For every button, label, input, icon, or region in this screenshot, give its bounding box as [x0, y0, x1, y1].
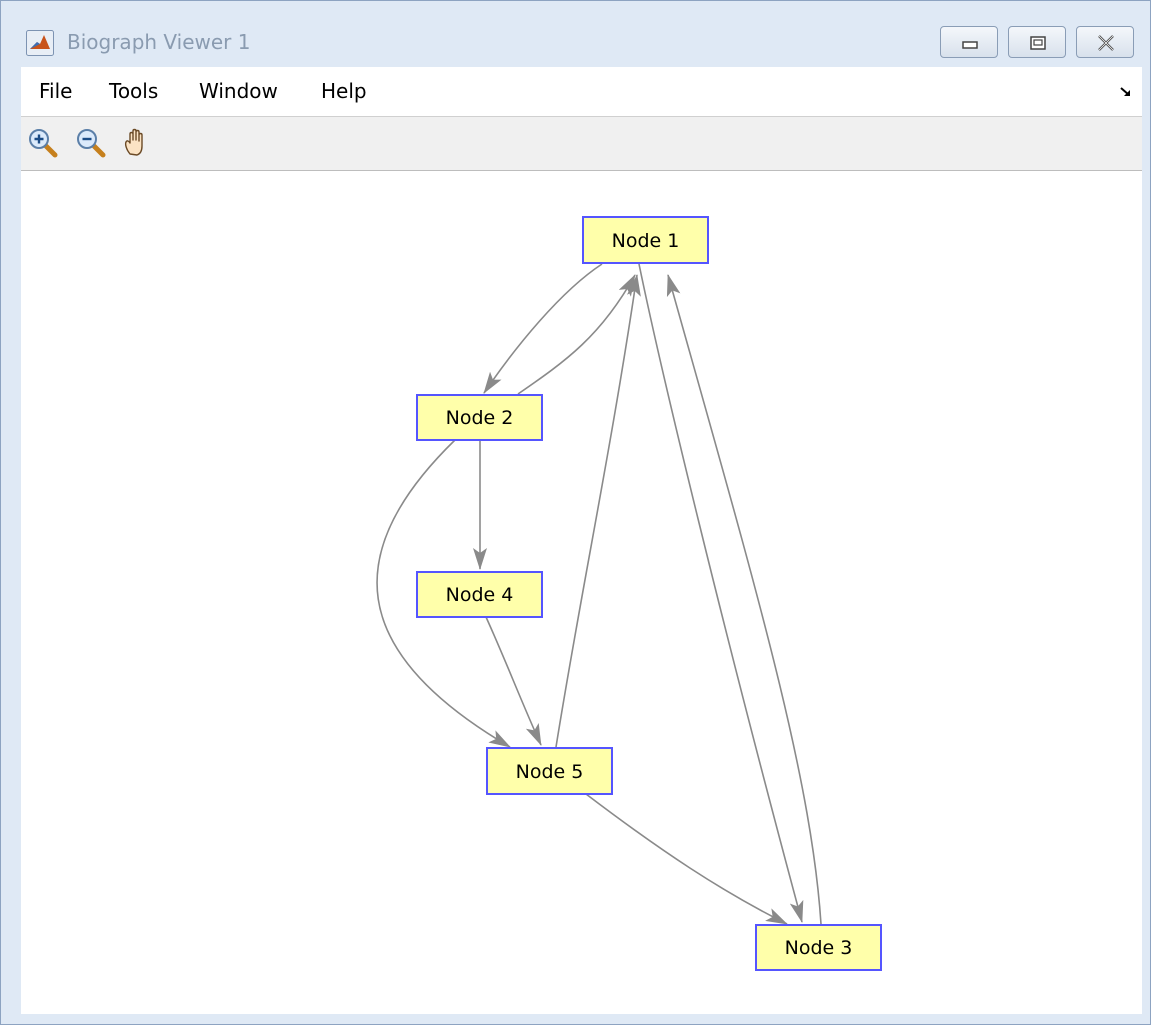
matlab-icon	[26, 30, 54, 56]
edge-node2-node1	[517, 274, 636, 395]
zoom-out-icon[interactable]	[75, 127, 107, 159]
minimize-icon	[962, 41, 978, 49]
node-1[interactable]: Node 1	[582, 216, 709, 264]
edge-node1-node3	[638, 263, 804, 923]
edge-node1-node2	[483, 263, 603, 394]
menu-help[interactable]: Help	[321, 79, 367, 103]
edge-node3-node1	[666, 274, 822, 925]
zoom-in-icon[interactable]	[27, 127, 59, 159]
biograph-window: Biograph Viewer 1 File Tools Window Help	[0, 0, 1151, 1025]
biograph-graph: Node 1 Node 2 Node 4 Node 5 Node 3	[376, 216, 882, 971]
node-3-label: Node 3	[785, 937, 853, 959]
close-button[interactable]	[1076, 26, 1134, 58]
node-2-label: Node 2	[446, 407, 514, 429]
node-5-label: Node 5	[516, 761, 584, 783]
pan-hand-icon[interactable]	[121, 127, 153, 159]
restore-button[interactable]	[1008, 26, 1066, 58]
node-5[interactable]: Node 5	[486, 747, 613, 795]
title-bar[interactable]: Biograph Viewer 1	[1, 1, 1150, 67]
menu-window[interactable]: Window	[199, 79, 278, 103]
edge-node5-node1	[555, 274, 641, 748]
restore-icon	[1030, 36, 1046, 50]
edge-node5-node3	[585, 793, 788, 925]
menu-tools[interactable]: Tools	[109, 79, 158, 103]
node-4[interactable]: Node 4	[416, 571, 543, 618]
node-3[interactable]: Node 3	[755, 924, 882, 971]
minimize-button[interactable]	[940, 26, 998, 58]
undock-arrow-icon[interactable]	[1119, 85, 1133, 99]
menu-bar: File Tools Window Help	[21, 67, 1142, 117]
edge-node4-node5	[485, 616, 542, 746]
node-4-label: Node 4	[446, 584, 514, 606]
node-2[interactable]: Node 2	[416, 394, 543, 441]
window-title: Biograph Viewer 1	[67, 30, 251, 54]
menu-file[interactable]: File	[39, 79, 72, 103]
close-icon	[1098, 35, 1114, 51]
toolbar	[21, 117, 1142, 171]
node-1-label: Node 1	[612, 230, 680, 252]
graph-canvas[interactable]: Node 1 Node 2 Node 4 Node 5 Node 3	[21, 171, 1142, 1014]
